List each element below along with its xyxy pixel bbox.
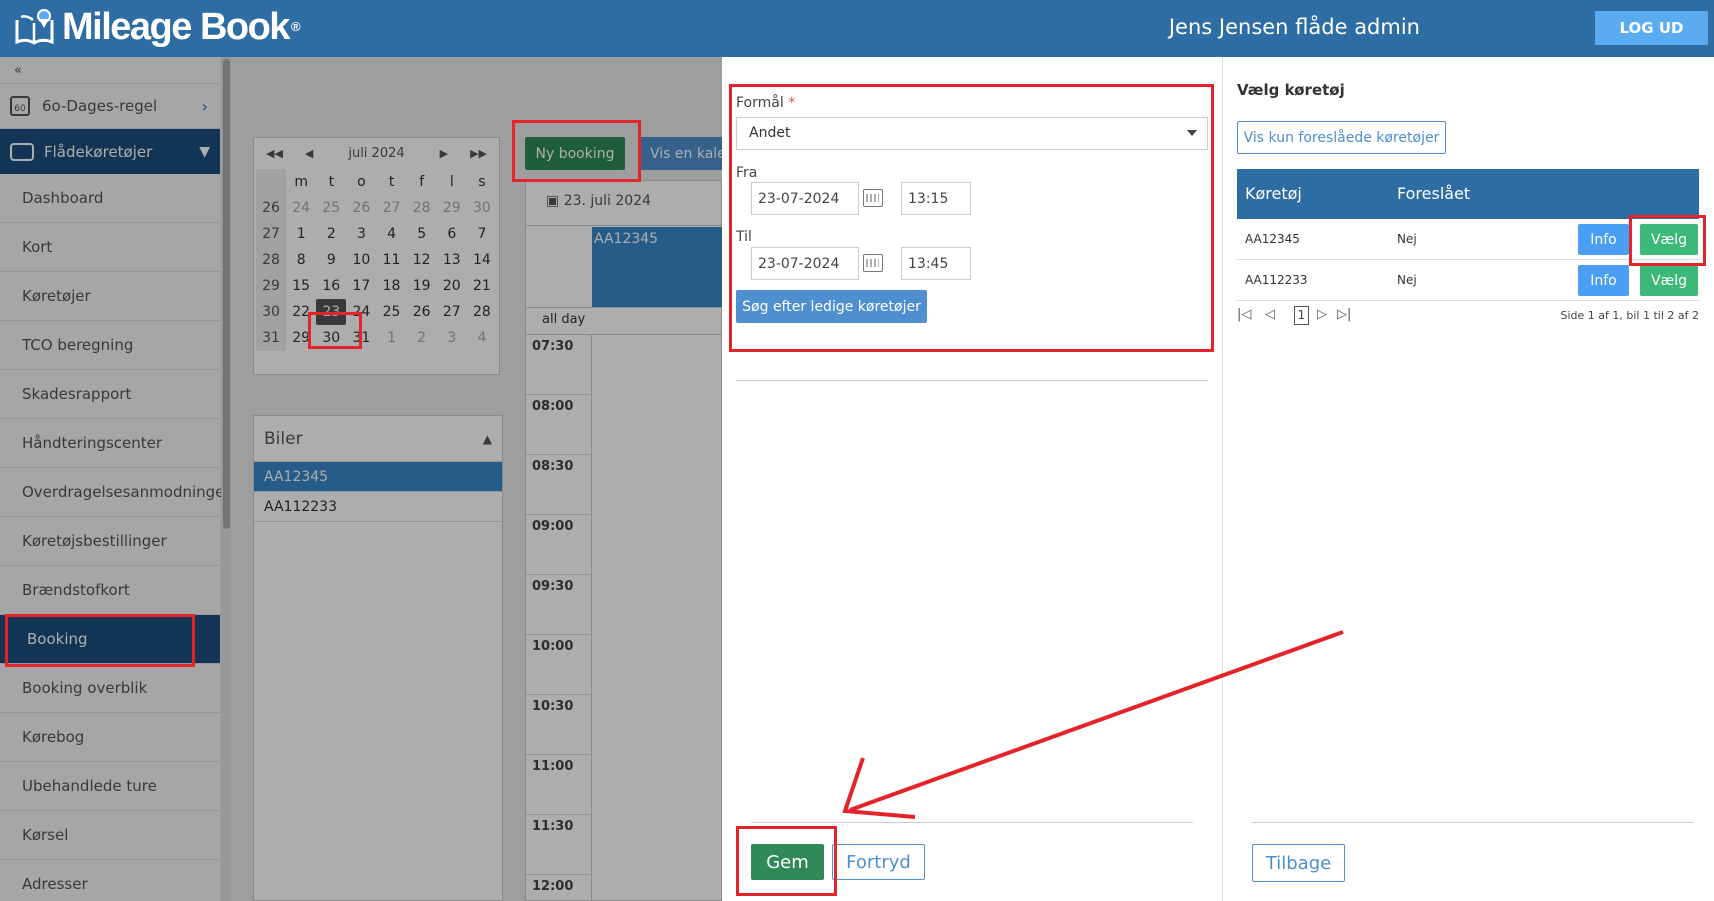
user-name: Jens Jensen flåde admin [1168, 15, 1420, 39]
panel-title: Vælg køretøj [1237, 81, 1345, 99]
pager-info: Side 1 af 1, bil 1 til 2 af 2 [1560, 309, 1700, 322]
brand-name: Mileage Book ® [62, 6, 301, 48]
vehicle-table: Køretøj Foreslået AA12345 Nej Info Vælg … [1237, 169, 1699, 301]
vehicle-cell: AA112233 [1245, 273, 1308, 287]
vaelg-button[interactable]: Vælg [1640, 265, 1698, 296]
vehicle-select-panel: Vælg køretøj Vis kun foreslåede køretøje… [1222, 57, 1714, 901]
info-button[interactable]: Info [1578, 265, 1629, 296]
prev-page-icon[interactable]: ◁ [1265, 307, 1275, 322]
divider [736, 380, 1208, 381]
formaal-select[interactable]: Andet [736, 117, 1208, 150]
calendar-icon[interactable] [863, 254, 883, 272]
suggested-cell: Nej [1397, 273, 1417, 287]
gem-button[interactable]: Gem [751, 844, 824, 880]
vehicle-cell: AA12345 [1245, 232, 1300, 246]
booking-form-panel: Formål * Andet Fra 23-07-2024 13:15 Til … [722, 57, 1222, 901]
vaelg-button[interactable]: Vælg [1640, 224, 1698, 255]
fortryd-button[interactable]: Fortryd [832, 844, 925, 880]
til-label: Til [736, 229, 752, 245]
divider [1252, 822, 1694, 823]
fra-time-input[interactable]: 13:15 [901, 182, 971, 215]
table-row: AA112233 Nej Info Vælg [1237, 260, 1699, 301]
tilbage-button[interactable]: Tilbage [1252, 844, 1345, 882]
column-header[interactable]: Foreslået [1397, 184, 1470, 203]
first-page-icon[interactable]: |◁ [1237, 307, 1251, 322]
formaal-label: Formål * [736, 95, 796, 111]
search-vehicles-button[interactable]: Søg efter ledige køretøjer [736, 290, 927, 323]
calendar-icon[interactable] [863, 189, 883, 207]
fra-label: Fra [736, 165, 758, 181]
show-suggested-button[interactable]: Vis kun foreslåede køretøjer [1237, 121, 1446, 154]
til-time-input[interactable]: 13:45 [901, 247, 971, 280]
logout-button[interactable]: LOG UD [1595, 11, 1708, 45]
info-button[interactable]: Info [1578, 224, 1629, 255]
book-pin-icon [15, 9, 54, 45]
app-logo[interactable]: Mileage Book ® [14, 6, 301, 48]
modal-backdrop [0, 57, 722, 901]
til-date-input[interactable]: 23-07-2024 [751, 247, 859, 280]
divider [751, 822, 1193, 823]
top-bar: Mileage Book ® Jens Jensen flåde admin LO… [0, 0, 1714, 57]
pager: |◁ ◁ 1 ▷ ▷| Side 1 af 1, bil 1 til 2 af … [1237, 305, 1699, 329]
table-header: Køretøj Foreslået [1237, 169, 1699, 219]
caret-down-icon [1187, 130, 1197, 136]
table-row: AA12345 Nej Info Vælg [1237, 219, 1699, 260]
column-header[interactable]: Køretøj [1245, 184, 1302, 203]
suggested-cell: Nej [1397, 232, 1417, 246]
next-page-icon[interactable]: ▷ [1317, 307, 1327, 322]
fra-date-input[interactable]: 23-07-2024 [751, 182, 859, 215]
page-number[interactable]: 1 [1294, 306, 1309, 325]
last-page-icon[interactable]: ▷| [1337, 307, 1351, 322]
